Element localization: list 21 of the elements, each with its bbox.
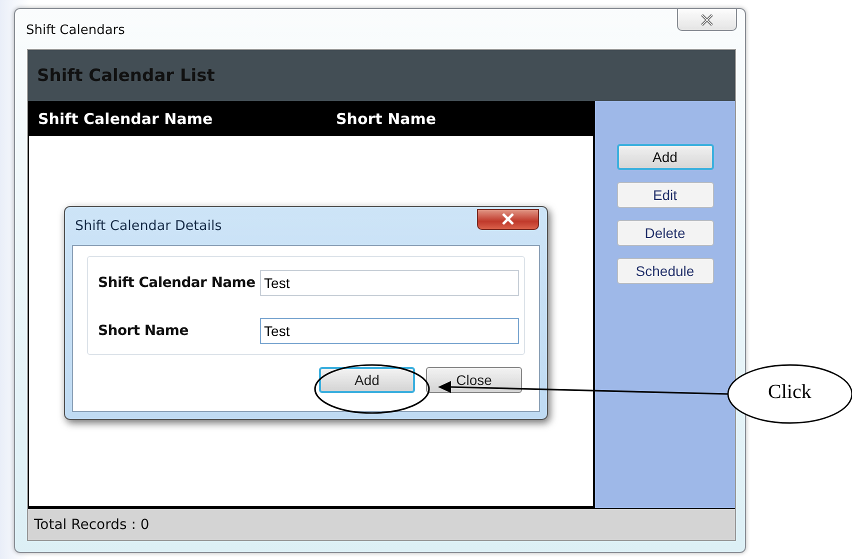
side-button[interactable]: Edit	[616, 182, 714, 208]
column-header[interactable]: Short Name	[336, 110, 436, 128]
close-button[interactable]	[477, 208, 539, 230]
side-button[interactable]: Schedule	[616, 258, 714, 284]
record-count: Total Records : 0	[34, 516, 150, 532]
column-header[interactable]: Shift Calendar Name	[29, 110, 336, 128]
field-label: Shift Calendar Name	[98, 275, 256, 291]
input-field[interactable]: Test	[260, 270, 519, 296]
close-icon	[501, 213, 515, 225]
callout-text: Click	[768, 381, 812, 404]
input-field[interactable]: Test	[260, 318, 519, 344]
dialog-button[interactable]: Add	[319, 367, 415, 393]
dialog-button[interactable]: Close	[426, 367, 522, 393]
close-button[interactable]	[677, 9, 737, 31]
field-label: Short Name	[98, 323, 190, 339]
dialog-title: Shift Calendar Details	[75, 218, 222, 234]
list-title: Shift Calendar List	[37, 66, 215, 86]
window-title: Shift Calendars	[26, 22, 125, 38]
side-button[interactable]: Add	[616, 144, 714, 170]
close-icon	[700, 14, 714, 26]
side-button[interactable]: Delete	[616, 220, 714, 246]
